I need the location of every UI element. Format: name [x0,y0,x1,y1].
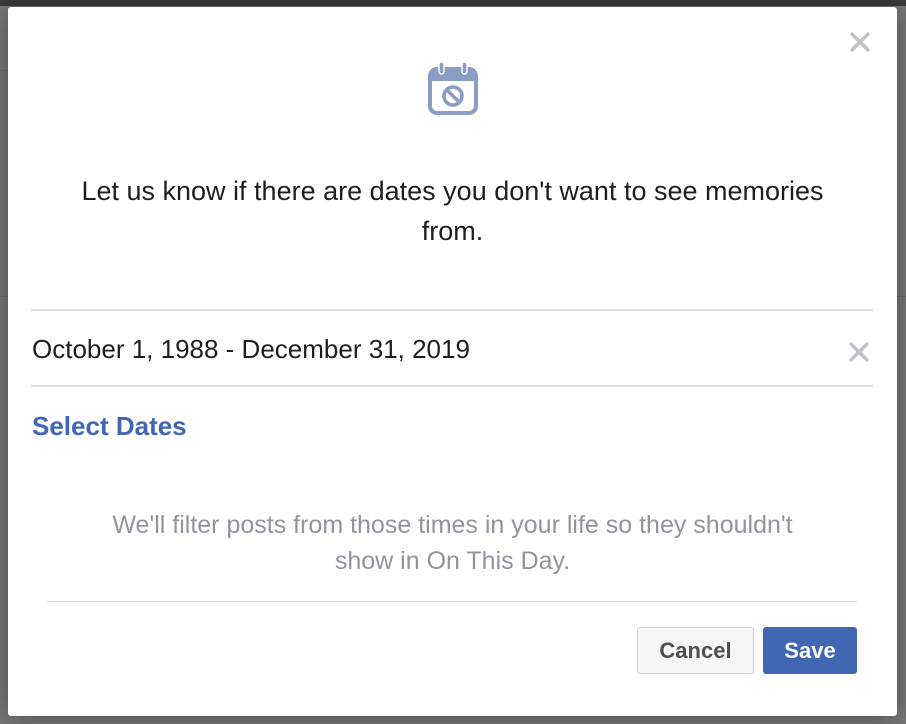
background-divider [897,296,906,297]
remove-date-range-icon[interactable] [846,339,872,365]
dialog-headline: Let us know if there are dates you don't… [81,176,824,246]
date-range-text: October 1, 1988 - December 31, 2019 [32,334,470,364]
background-topbar [0,0,906,6]
background-divider [0,70,8,71]
calendar-blocked-icon [427,60,479,116]
filter-explanation-text: We'll filter posts from those times in y… [112,511,793,575]
background-divider [0,296,8,297]
save-button[interactable]: Save [763,627,857,674]
cancel-button[interactable]: Cancel [637,627,754,674]
memories-date-filter-dialog: Let us know if there are dates you don't… [8,7,897,716]
footer-divider [47,601,857,602]
dialog-close-icon[interactable] [847,29,873,55]
selected-date-range-row: October 1, 1988 - December 31, 2019 [31,309,873,387]
select-dates-link[interactable]: Select Dates [32,409,187,443]
